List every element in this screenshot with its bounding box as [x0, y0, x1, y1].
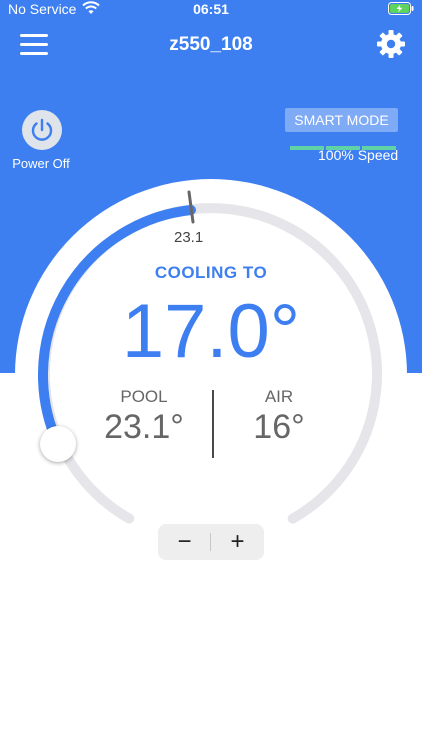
- power-icon: [31, 118, 53, 141]
- speed-label: 100% Speed: [318, 147, 399, 163]
- speed-indicator: [290, 137, 398, 150]
- power-button[interactable]: [22, 110, 62, 150]
- increase-button[interactable]: +: [211, 524, 264, 560]
- temperature-stepper: − +: [158, 524, 264, 560]
- pool-label: POOL: [120, 387, 168, 406]
- air-label: AIR: [264, 387, 294, 406]
- smart-mode-button[interactable]: SMART MODE: [285, 108, 398, 132]
- current-temp-mark-label: 23.1: [174, 229, 204, 246]
- page-title: z550_108: [169, 34, 253, 55]
- pool-temperature: 23.1°: [104, 408, 184, 446]
- target-temperature: 17.0°: [121, 289, 301, 374]
- status-bar: No Service 06:51: [0, 0, 422, 20]
- decrease-button[interactable]: −: [158, 524, 211, 560]
- air-temperature: 16°: [253, 408, 305, 446]
- dial-handle[interactable]: [40, 426, 76, 462]
- power-label: Power Off: [12, 156, 70, 171]
- battery-charging-icon: [388, 2, 414, 15]
- gear-icon[interactable]: [376, 29, 406, 59]
- mode-label: COOLING TO: [154, 263, 268, 282]
- clock: 06:51: [193, 1, 229, 17]
